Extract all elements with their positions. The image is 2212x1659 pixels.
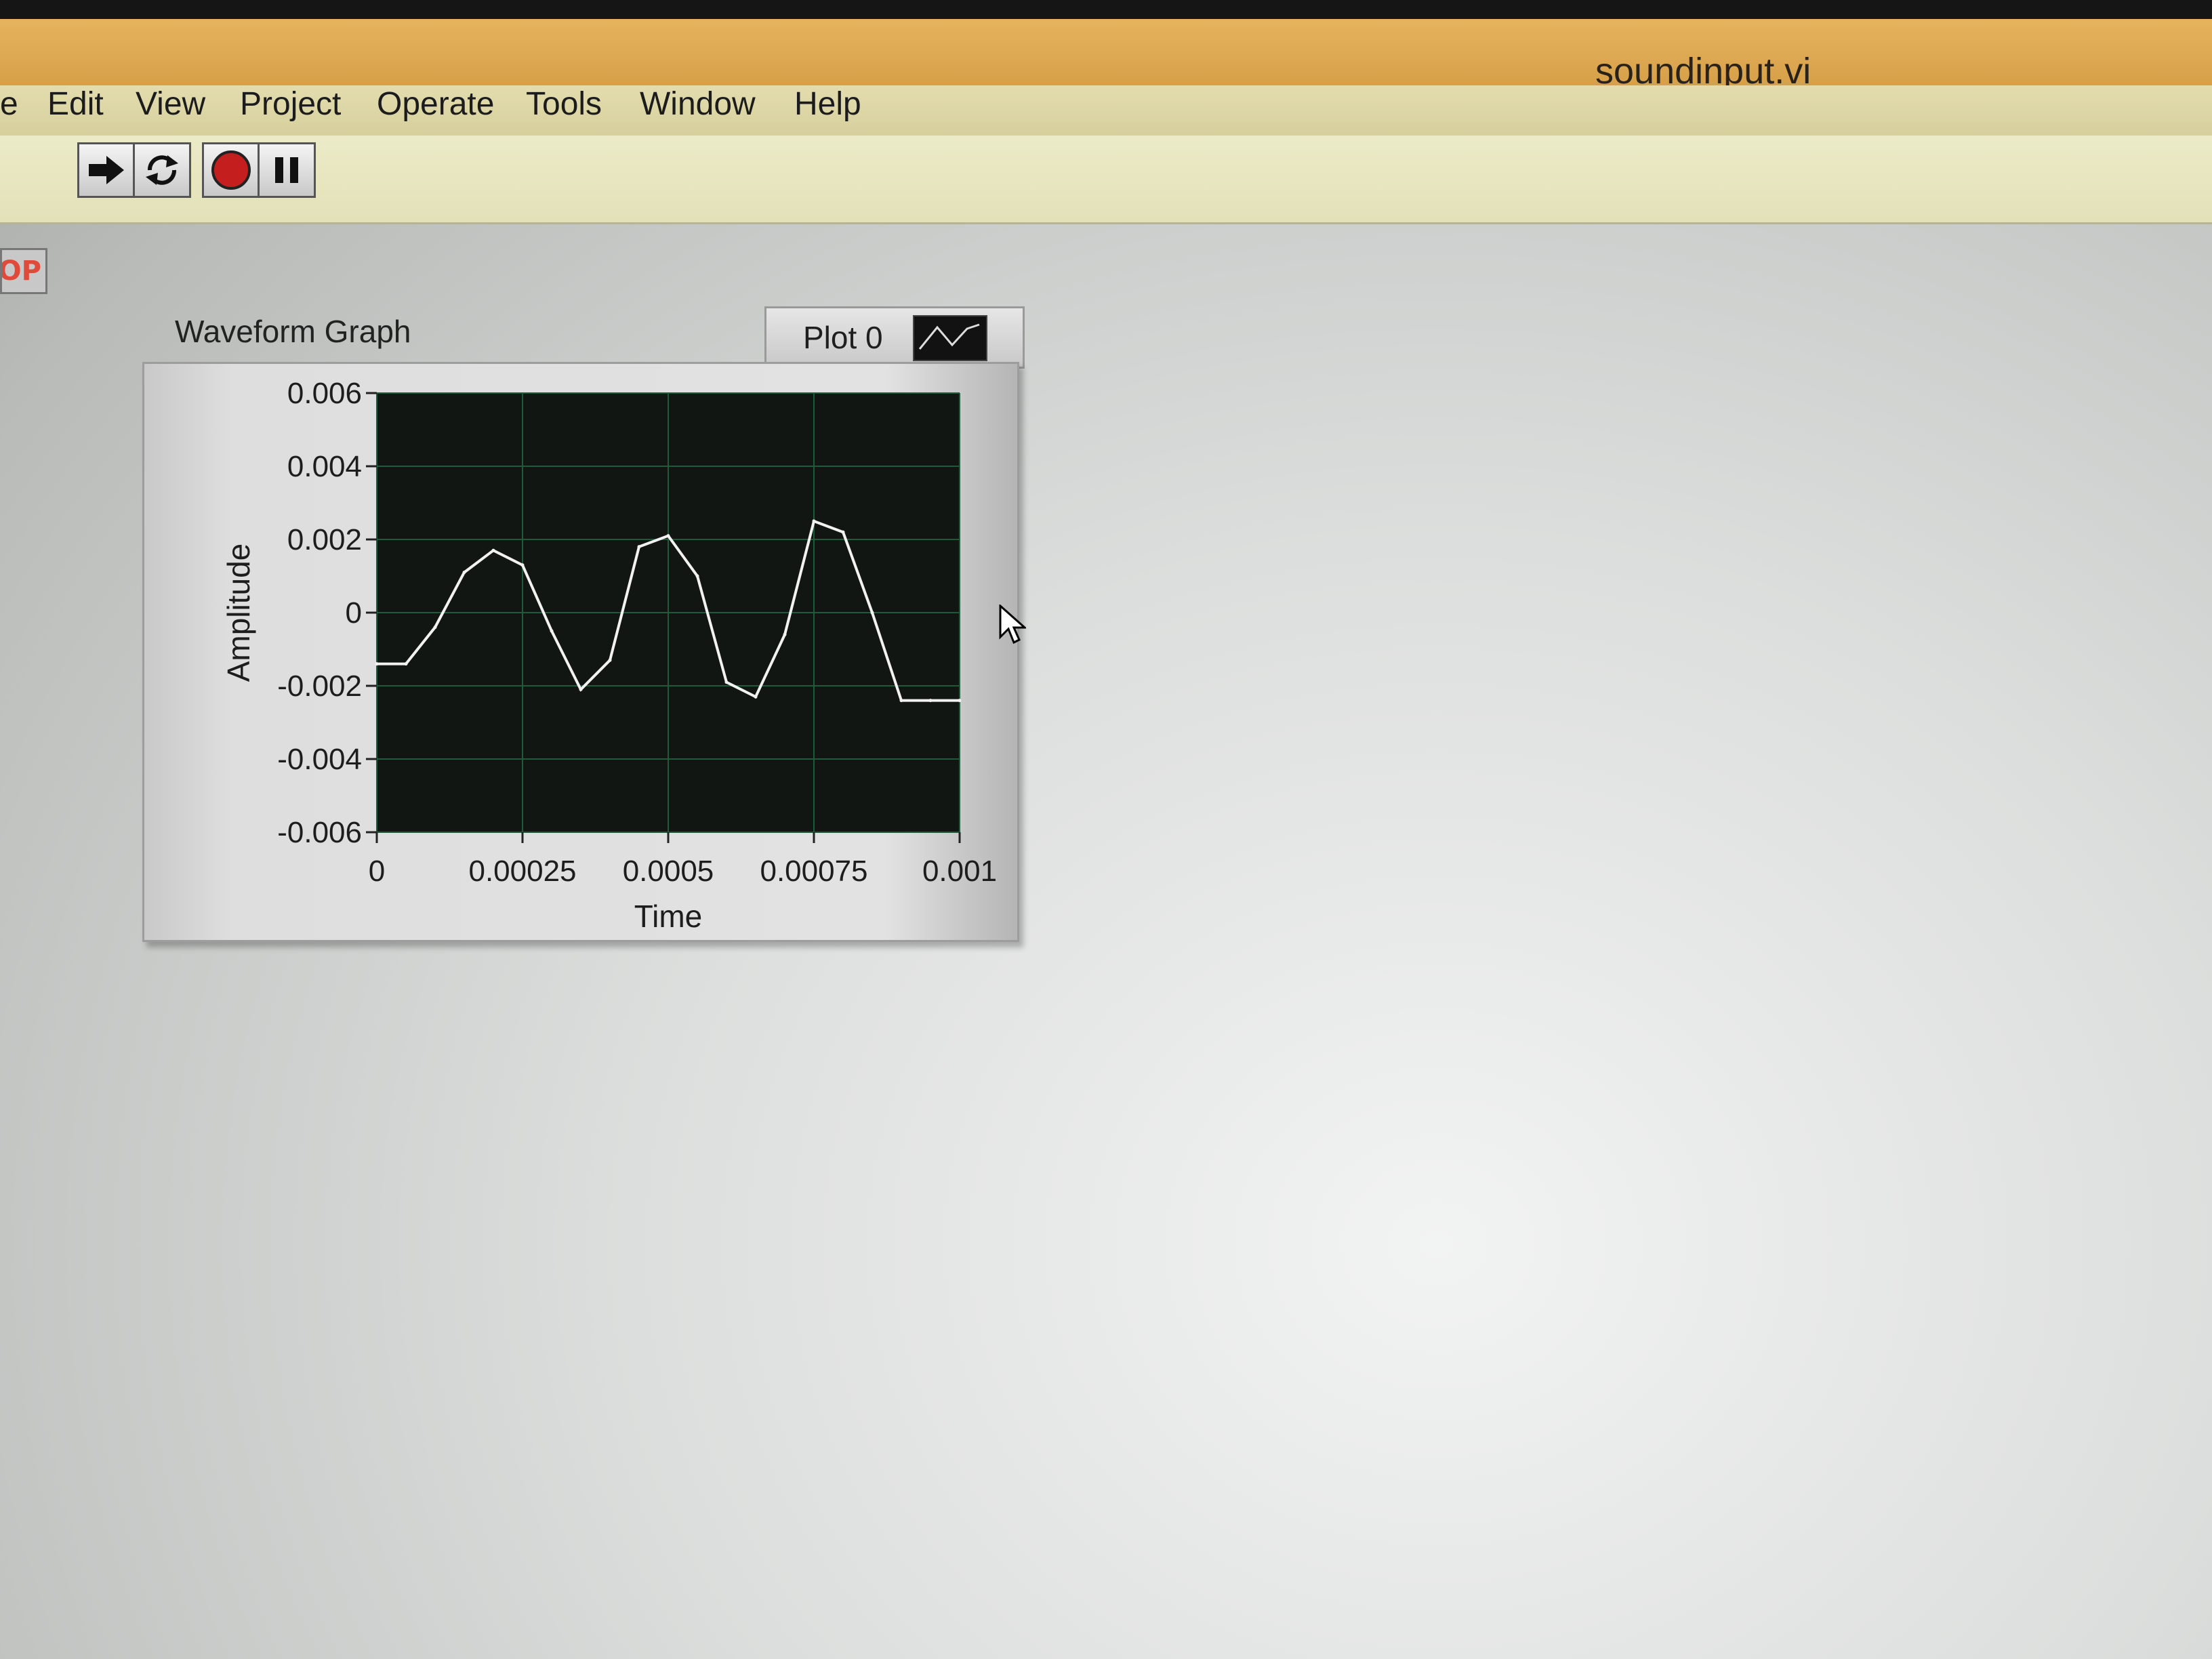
data-point [375,662,379,666]
data-point [812,519,816,523]
y-tick-label: 0.006 [287,377,362,410]
data-point [666,534,670,538]
data-point [841,530,845,534]
y-tick-label: -0.004 [277,743,362,776]
data-point [899,699,903,703]
data-point [870,611,874,615]
x-tick-label: 0.0005 [623,855,714,888]
data-point [928,699,933,703]
y-tick-label: 0 [346,596,362,630]
data-point [433,626,437,630]
data-point [550,629,554,633]
data-point [491,548,495,552]
data-point [520,563,525,567]
y-tick-label: 0.002 [287,523,362,556]
data-point [724,680,729,684]
data-point [958,699,962,703]
x-axis-label: Time [634,899,703,934]
y-tick-label: 0.004 [287,450,362,483]
waveform-chart: 0.0060.0040.0020-0.002-0.004-0.0060 0.000… [221,377,997,934]
mouse-pointer-icon [999,605,1026,644]
y-tick-label: -0.002 [277,670,362,703]
y-tick-label: -0.006 [277,816,362,849]
data-point [404,662,408,666]
x-tick-label: 0.001 [922,855,997,888]
data-point [695,574,699,578]
x-tick-label: 0.00075 [760,855,867,888]
data-point [783,632,787,636]
data-point [462,571,466,575]
data-point [637,545,641,549]
data-point [754,695,758,699]
data-point [579,687,583,691]
x-tick-label: 0.00025 [468,855,576,888]
y-axis-label: Amplitude [221,544,256,682]
x-tick-label: 0 [369,855,385,888]
data-point [608,658,612,662]
